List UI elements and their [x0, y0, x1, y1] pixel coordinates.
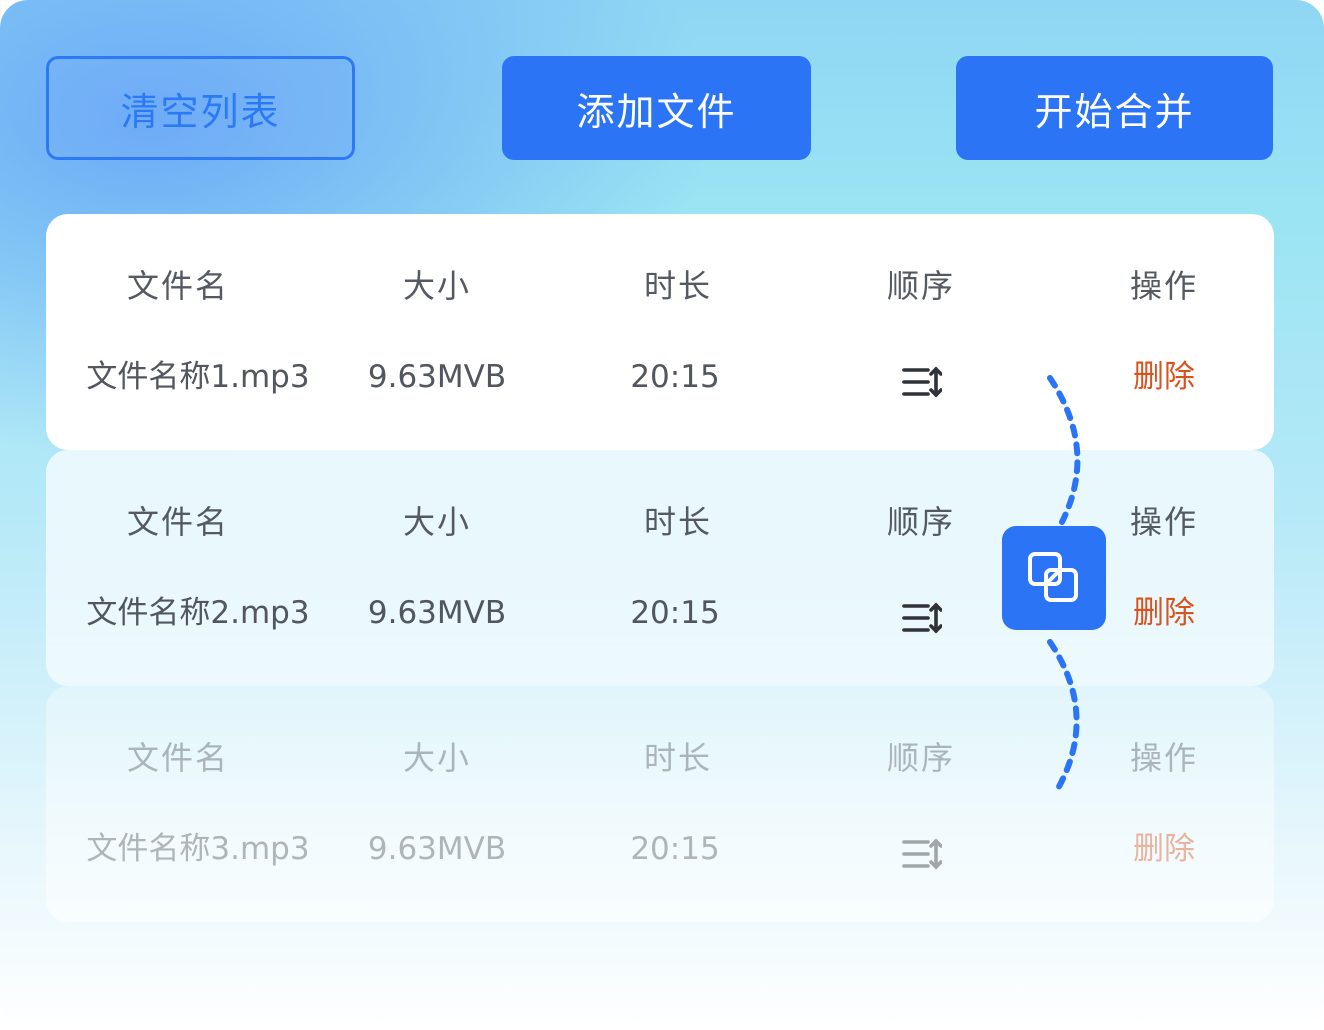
column-header-filename: 文件名 [126, 739, 230, 777]
file-name: 文件名称1.mp3 [86, 359, 310, 395]
file-duration: 20:15 [630, 359, 720, 395]
column-header-duration: 时长 [643, 267, 713, 305]
delete-link[interactable]: 删除 [1133, 357, 1195, 397]
reorder-icon[interactable] [902, 366, 942, 398]
column-header-order: 顺序 [886, 739, 956, 777]
column-header-action: 操作 [1129, 739, 1199, 777]
file-size: 9.63MVB [367, 595, 507, 631]
column-header-size: 大小 [402, 739, 472, 777]
column-header-filename: 文件名 [126, 503, 230, 541]
delete-link[interactable]: 删除 [1133, 593, 1195, 633]
column-header-size: 大小 [402, 267, 472, 305]
column-header-filename: 文件名 [126, 267, 230, 305]
file-size: 9.63MVB [367, 831, 507, 867]
file-duration: 20:15 [630, 595, 720, 631]
clear-list-button[interactable]: 清空列表 [46, 56, 355, 160]
reorder-icon[interactable] [902, 838, 942, 870]
column-header-order: 顺序 [886, 267, 956, 305]
file-size: 9.63MVB [367, 359, 507, 395]
column-header-action: 操作 [1129, 267, 1199, 305]
delete-link[interactable]: 删除 [1133, 829, 1195, 869]
start-merge-button[interactable]: 开始合并 [956, 56, 1273, 160]
column-header-order: 顺序 [886, 503, 956, 541]
merge-icon [1028, 552, 1078, 602]
column-header-duration: 时长 [643, 739, 713, 777]
column-header-size: 大小 [402, 503, 472, 541]
column-header-action: 操作 [1129, 503, 1199, 541]
column-header-duration: 时长 [643, 503, 713, 541]
reorder-icon[interactable] [902, 602, 942, 634]
merge-icon-badge[interactable] [1002, 526, 1106, 630]
file-duration: 20:15 [630, 831, 720, 867]
app-window: 清空列表 添加文件 开始合并 文件名 大小 时长 顺序 操作 文件名称1.mp3… [0, 0, 1324, 1030]
file-name: 文件名称2.mp3 [86, 595, 310, 631]
add-file-button[interactable]: 添加文件 [502, 56, 811, 160]
file-name: 文件名称3.mp3 [86, 831, 310, 867]
